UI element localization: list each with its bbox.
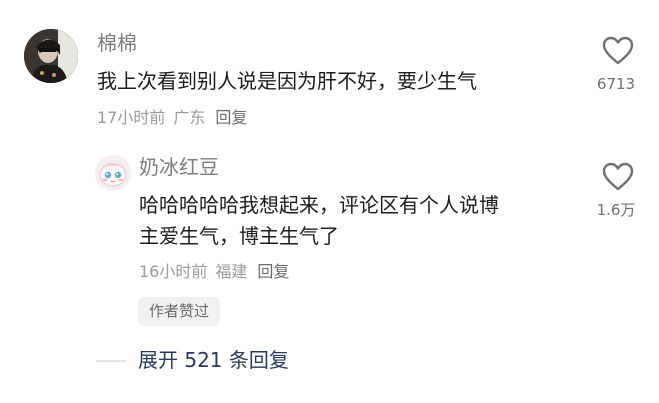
author-liked-badge: 作者赞过 <box>138 297 221 326</box>
expand-replies-button[interactable]: 展开 521 条回复 <box>138 347 289 373</box>
expand-divider <box>96 360 126 362</box>
avatar-image <box>24 29 78 83</box>
comment-like-button[interactable] <box>602 36 634 66</box>
reply-avatar-image <box>95 155 131 191</box>
comment-location: 广东 <box>173 108 206 127</box>
heart-outline-icon <box>602 36 634 65</box>
comment-like-count: 6713 <box>596 75 636 93</box>
avatar[interactable] <box>24 29 78 83</box>
reply-text-line1: 哈哈哈哈哈我想起来，评论区有个人说博 <box>139 193 499 217</box>
reply-like-count: 1.6万 <box>596 201 636 219</box>
comment-text: 我上次看到别人说是因为肝不好，要少生气 <box>97 69 477 93</box>
comment-reply-button[interactable]: 回复 <box>215 108 247 127</box>
reply-reply-button[interactable]: 回复 <box>257 262 289 281</box>
reply-username[interactable]: 奶冰红豆 <box>139 155 219 179</box>
comment-username[interactable]: 棉棉 <box>97 31 137 55</box>
reply-time: 16小时前 <box>139 262 208 281</box>
heart-outline-icon <box>602 162 634 191</box>
reply-avatar[interactable] <box>95 155 131 191</box>
reply-meta: 16小时前 福建 回复 <box>139 262 289 282</box>
comment-meta: 17小时前 广东 回复 <box>97 108 247 128</box>
comment-time: 17小时前 <box>97 108 166 127</box>
reply-location: 福建 <box>215 262 248 281</box>
reply-text-line2: 主爱生气，博主生气了 <box>139 224 339 248</box>
reply-like-button[interactable] <box>602 162 634 192</box>
